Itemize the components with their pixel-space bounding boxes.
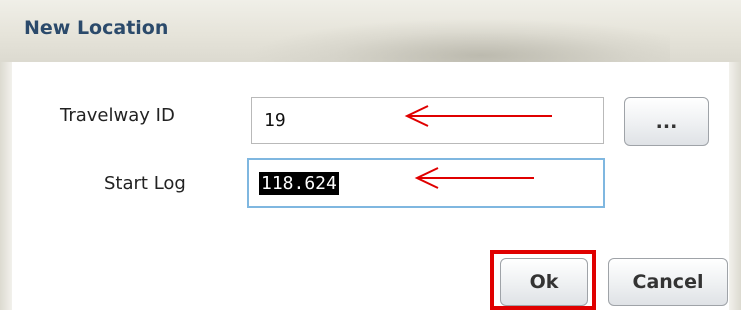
cancel-button[interactable]: Cancel	[608, 258, 728, 306]
browse-button-label: ...	[655, 110, 678, 133]
dialog-title: New Location	[24, 17, 169, 39]
arrow-annotation-start-log	[414, 167, 534, 189]
travelway-id-value: 19	[264, 110, 286, 131]
start-log-label: Start Log	[104, 173, 186, 194]
travelway-id-label: Travelway ID	[60, 105, 175, 126]
cancel-button-label: Cancel	[632, 271, 704, 293]
dialog-frame-left	[0, 62, 12, 310]
dialog-titlebar: New Location	[0, 0, 741, 62]
start-log-value: 118.624	[259, 171, 339, 195]
ok-button-highlight	[490, 250, 596, 310]
arrow-annotation-travelway	[404, 105, 552, 127]
browse-travelway-button[interactable]: ...	[624, 97, 709, 146]
dialog-frame-right	[729, 62, 741, 310]
